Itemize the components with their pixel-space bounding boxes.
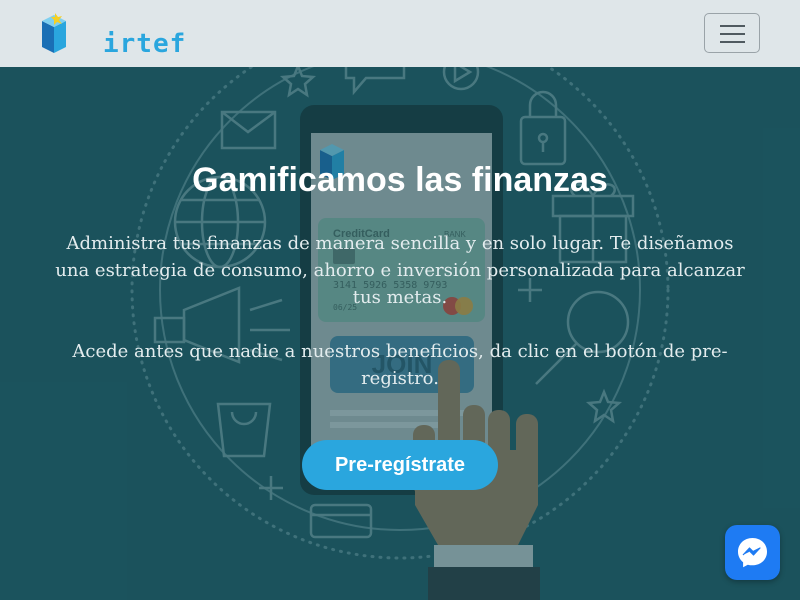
hero-title: Gamificamos las finanzas: [192, 161, 608, 199]
brand-name: irtef: [103, 29, 187, 59]
hero-cta-description: Acede antes que nadie a nuestros benefic…: [72, 341, 728, 389]
navbar-toggle-button[interactable]: [704, 13, 760, 53]
hero-illustration: CreditCard BANK 3141 5926 5358 9793 06/2…: [0, 67, 800, 600]
hero-section: CreditCard BANK 3141 5926 5358 9793 06/2…: [0, 67, 800, 600]
logo-mark-icon: [42, 13, 66, 53]
messenger-chat-button[interactable]: [725, 525, 780, 580]
navbar: irtef: [0, 0, 800, 67]
hero-description: Administra tus finanzas de manera sencil…: [55, 233, 745, 308]
pre-register-button[interactable]: Pre-regístrate: [302, 440, 498, 490]
hamburger-icon: [720, 25, 745, 27]
brand-logo[interactable]: irtef: [40, 13, 185, 59]
messenger-icon: [738, 538, 767, 568]
